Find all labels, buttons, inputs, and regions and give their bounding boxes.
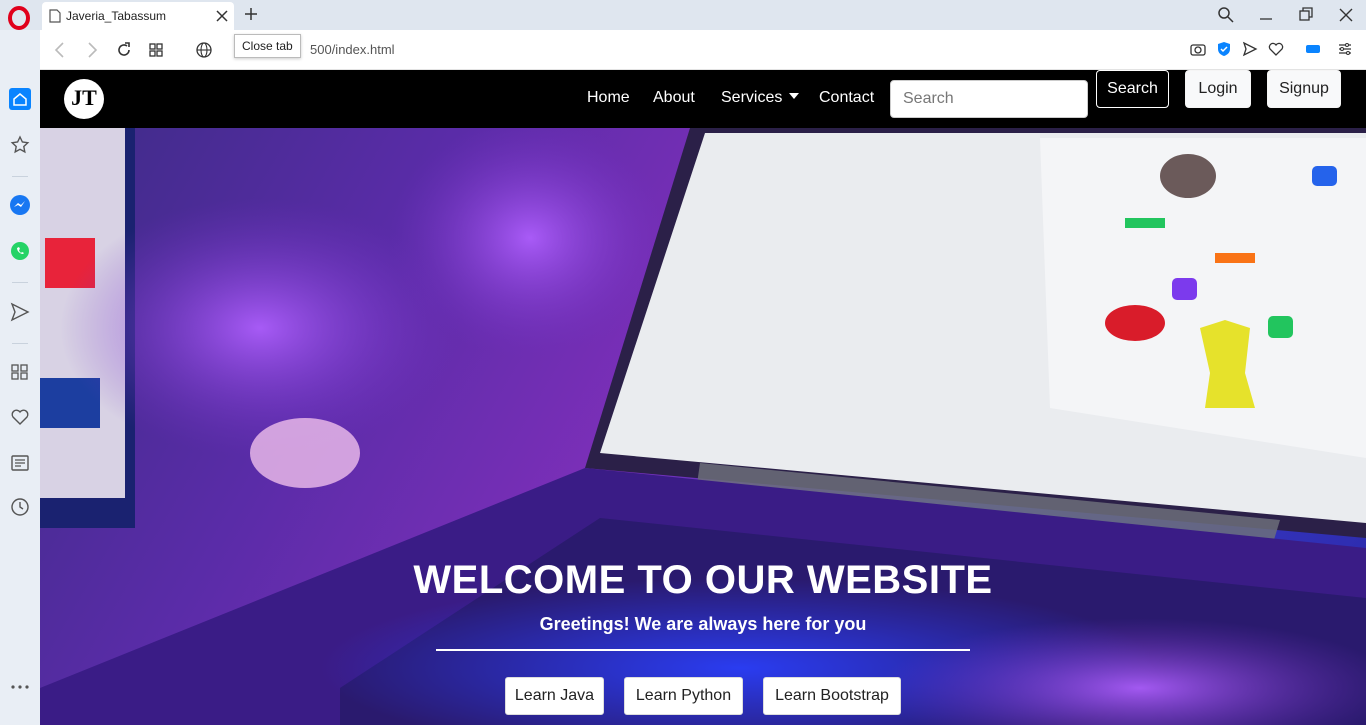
login-button[interactable]: Login [1185, 70, 1251, 108]
nav-services[interactable]: Services [721, 89, 800, 107]
new-tab-icon[interactable] [243, 6, 259, 22]
restore-icon[interactable] [1297, 6, 1315, 24]
tab-title: Javeria_Tabassum [66, 9, 167, 23]
url-text[interactable]: 500/index.html [310, 42, 395, 57]
speed-dial-icon[interactable] [9, 361, 31, 383]
vpn-shield-icon[interactable] [1216, 41, 1232, 57]
tab-bar: Javeria_Tabassum [0, 0, 1366, 30]
document-icon [49, 9, 61, 23]
forward-icon[interactable] [84, 41, 100, 59]
nav-contact[interactable]: Contact [819, 89, 874, 107]
nav-about[interactable]: About [653, 89, 695, 107]
heart-icon[interactable] [1268, 41, 1284, 57]
hero-divider [436, 649, 970, 651]
globe-icon[interactable] [195, 41, 213, 59]
messenger-icon[interactable] [9, 194, 31, 216]
brand-text: JT [71, 85, 97, 110]
web-page: JT Home About Services Contact Search Lo… [40, 70, 1366, 725]
dropdown-caret-icon [789, 93, 800, 99]
battery-saver-icon[interactable] [1305, 41, 1323, 57]
reload-icon[interactable] [115, 41, 133, 59]
site-navbar: JT Home About Services Contact Search Lo… [40, 70, 1366, 128]
nav-services-label: Services [721, 89, 783, 106]
close-window-icon[interactable] [1337, 6, 1355, 24]
send-icon[interactable] [1242, 41, 1258, 57]
minimize-icon[interactable] [1257, 6, 1275, 24]
address-bar: 500/index.html Close tab [40, 30, 1366, 70]
more-icon[interactable] [9, 676, 31, 698]
send-arrow-icon[interactable] [9, 301, 31, 323]
learn-python-button[interactable]: Learn Python [624, 677, 743, 715]
star-icon[interactable] [9, 134, 31, 156]
home-icon[interactable] [9, 88, 31, 110]
learn-java-button[interactable]: Learn Java [505, 677, 604, 715]
close-tab-tooltip: Close tab [234, 34, 301, 58]
nav-home[interactable]: Home [587, 89, 630, 107]
back-icon[interactable] [52, 41, 68, 59]
search-input[interactable] [890, 80, 1088, 118]
camera-icon[interactable] [1190, 41, 1206, 57]
opera-logo-icon[interactable] [7, 6, 31, 30]
tabs-grid-icon[interactable] [147, 41, 165, 59]
search-tabs-icon[interactable] [1217, 6, 1235, 24]
hero-section: WELCOME TO OUR WEBSITE Greetings! We are… [40, 128, 1366, 725]
hero-background-image [40, 128, 1366, 725]
learn-bootstrap-button[interactable]: Learn Bootstrap [763, 677, 901, 715]
search-button[interactable]: Search [1096, 70, 1169, 108]
browser-sidebar [0, 30, 40, 725]
brand-logo[interactable]: JT [64, 79, 104, 119]
signup-button[interactable]: Signup [1267, 70, 1341, 108]
easy-setup-icon[interactable] [1337, 41, 1353, 57]
whatsapp-icon[interactable] [9, 240, 31, 262]
history-icon[interactable] [9, 496, 31, 518]
news-icon[interactable] [9, 452, 31, 474]
hero-subtitle: Greetings! We are always here for you [539, 614, 867, 634]
hero-title: WELCOME TO OUR WEBSITE [413, 558, 993, 602]
browser-tab[interactable]: Javeria_Tabassum [42, 2, 234, 30]
bookmarks-heart-icon[interactable] [9, 406, 31, 428]
close-tab-icon[interactable] [214, 8, 230, 24]
